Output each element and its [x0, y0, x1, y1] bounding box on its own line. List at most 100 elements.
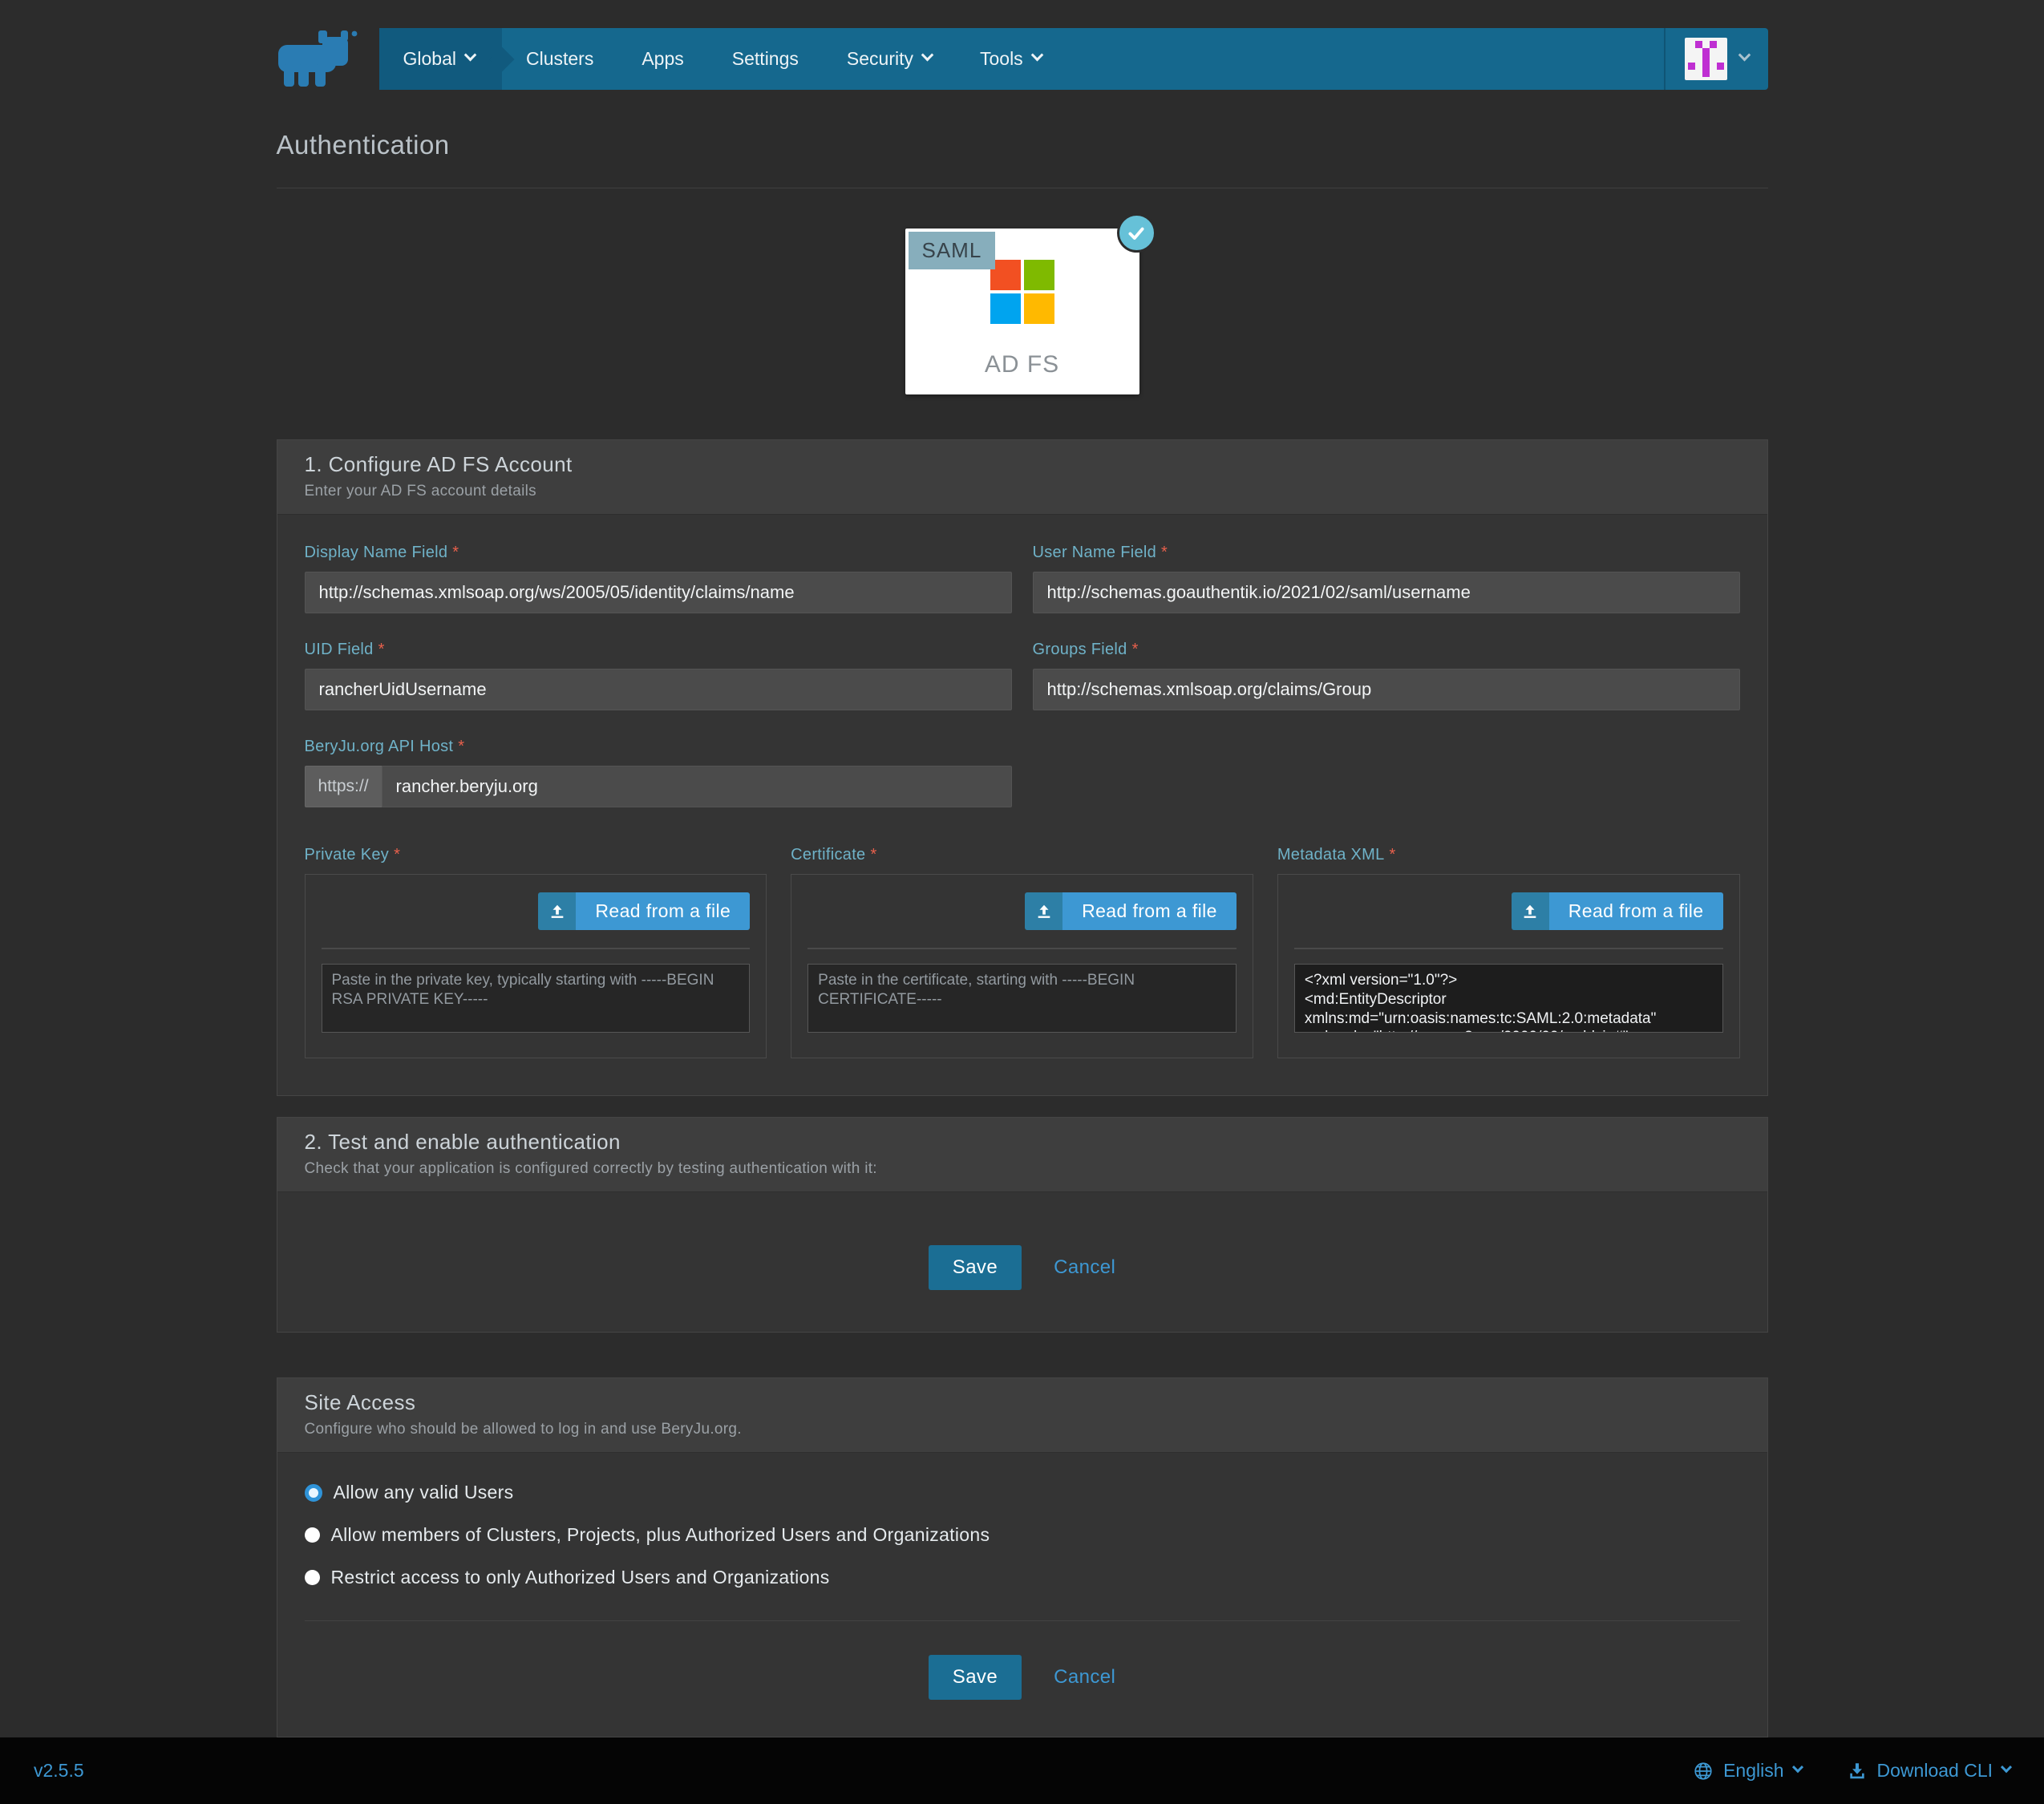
nav-item-clusters[interactable]: Clusters — [502, 28, 617, 90]
nav-item-label: Settings — [732, 48, 799, 70]
nav-item-apps[interactable]: Apps — [617, 28, 707, 90]
section-title: Site Access — [305, 1390, 1740, 1415]
required-asterisk: * — [1390, 846, 1396, 864]
avatar — [1685, 38, 1727, 80]
section-header: Site Access Configure who should be allo… — [277, 1378, 1767, 1453]
nav-item-tools[interactable]: Tools — [956, 28, 1066, 90]
saml-badge: SAML — [909, 232, 996, 269]
radio-restrict-authorized-only[interactable]: Restrict access to only Authorized Users… — [305, 1567, 1740, 1588]
required-asterisk: * — [1161, 544, 1168, 561]
download-cli-menu[interactable]: Download CLI — [1847, 1760, 2010, 1782]
display-name-field-group: Display Name Field* — [305, 544, 1012, 613]
metadata-xml-panel: Read from a file <?xml version="1.0"?> <… — [1277, 874, 1740, 1058]
required-asterisk: * — [871, 846, 877, 864]
site-access-section: Site Access Configure who should be allo… — [277, 1377, 1768, 1737]
microsoft-logo-icon — [990, 260, 1054, 324]
metadata-read-file-button[interactable]: Read from a file — [1512, 892, 1723, 930]
nav-item-label: Security — [847, 48, 913, 70]
required-asterisk: * — [452, 544, 459, 561]
uid-input[interactable] — [305, 669, 1012, 710]
user-name-field-group: User Name Field* — [1033, 544, 1740, 613]
auth-provider-card-adfs[interactable]: SAML AD FS — [905, 229, 1139, 394]
top-header: Global Clusters Apps Settings Security — [277, 27, 1768, 90]
globe-icon — [1693, 1761, 1714, 1782]
api-host-field-group: BeryJu.org API Host* https:// — [305, 738, 1012, 807]
radio-unselected-icon — [305, 1527, 320, 1543]
nav-item-settings[interactable]: Settings — [708, 28, 823, 90]
certificate-label: Certificate — [791, 846, 865, 864]
section-subtitle: Check that your application is configure… — [305, 1160, 1740, 1178]
radio-allow-members-clusters-projects[interactable]: Allow members of Clusters, Projects, plu… — [305, 1524, 1740, 1546]
nav-item-label: Global — [403, 48, 456, 70]
chevron-down-icon — [464, 49, 477, 62]
api-host-input[interactable] — [382, 766, 1012, 807]
private-key-group: Private Key* Read from a file — [305, 846, 767, 1058]
page-title: Authentication — [277, 130, 1768, 160]
section-header: 2. Test and enable authentication Check … — [277, 1118, 1767, 1192]
certificate-read-file-button[interactable]: Read from a file — [1025, 892, 1237, 930]
metadata-xml-group: Metadata XML* Read from a file — [1277, 846, 1740, 1058]
groups-field-group: Groups Field * — [1033, 641, 1740, 710]
radio-allow-any-valid-users[interactable]: Allow any valid Users — [305, 1482, 1740, 1503]
section-title: 1. Configure AD FS Account — [305, 452, 1740, 477]
nav-item-security[interactable]: Security — [823, 28, 956, 90]
nav-item-label: Clusters — [526, 48, 593, 70]
nav-item-global[interactable]: Global — [379, 28, 502, 90]
groups-input[interactable] — [1033, 669, 1740, 710]
save-button[interactable]: Save — [929, 1245, 1022, 1290]
certificate-group: Certificate * Read from a file — [791, 846, 1253, 1058]
nav-item-label: Tools — [980, 48, 1023, 70]
read-file-label: Read from a file — [1549, 892, 1723, 930]
user-menu[interactable] — [1664, 28, 1768, 90]
provider-name: AD FS — [985, 351, 1059, 378]
radio-label: Allow any valid Users — [334, 1482, 514, 1503]
private-key-label: Private Key — [305, 846, 390, 864]
configure-account-section: 1. Configure AD FS Account Enter your AD… — [277, 439, 1768, 1096]
version-label: v2.5.5 — [34, 1760, 84, 1782]
section-header: 1. Configure AD FS Account Enter your AD… — [277, 440, 1767, 515]
language-selector[interactable]: English — [1693, 1760, 1801, 1782]
required-asterisk: * — [458, 738, 464, 755]
read-file-label: Read from a file — [576, 892, 750, 930]
private-key-panel: Read from a file — [305, 874, 767, 1058]
divider — [322, 948, 751, 949]
divider — [305, 1620, 1740, 1621]
user-name-input[interactable] — [1033, 572, 1740, 613]
app-footer: v2.5.5 English Download CLI — [0, 1737, 2044, 1804]
certificate-textarea[interactable] — [807, 964, 1237, 1033]
metadata-xml-textarea[interactable]: <?xml version="1.0"?> <md:EntityDescript… — [1294, 964, 1723, 1033]
nav-item-label: Apps — [642, 48, 683, 70]
upload-icon — [1512, 892, 1549, 930]
language-label: English — [1723, 1760, 1783, 1782]
download-cli-label: Download CLI — [1877, 1760, 1993, 1782]
upload-icon — [1025, 892, 1062, 930]
chevron-down-icon — [921, 49, 934, 62]
user-name-label: User Name Field — [1033, 544, 1157, 561]
chevron-down-icon — [1738, 49, 1751, 62]
main-navbar: Global Clusters Apps Settings Security — [379, 28, 1768, 90]
test-enable-section: 2. Test and enable authentication Check … — [277, 1117, 1768, 1333]
section-subtitle: Enter your AD FS account details — [305, 483, 1740, 500]
radio-label: Allow members of Clusters, Projects, plu… — [331, 1524, 990, 1546]
selected-check-icon — [1117, 213, 1156, 253]
display-name-input[interactable] — [305, 572, 1012, 613]
required-asterisk: * — [378, 641, 385, 658]
section-subtitle: Configure who should be allowed to log i… — [305, 1421, 1740, 1438]
cancel-link[interactable]: Cancel — [1054, 1256, 1115, 1279]
private-key-textarea[interactable] — [322, 964, 751, 1033]
radio-label: Restrict access to only Authorized Users… — [331, 1567, 830, 1588]
upload-icon — [538, 892, 576, 930]
site-access-save-button[interactable]: Save — [929, 1655, 1022, 1700]
uid-label: UID Field — [305, 641, 374, 658]
private-key-read-file-button[interactable]: Read from a file — [538, 892, 750, 930]
api-host-label: BeryJu.org API Host — [305, 738, 454, 755]
uid-field-group: UID Field* — [305, 641, 1012, 710]
groups-label: Groups Field — [1033, 641, 1127, 658]
required-asterisk: * — [1132, 641, 1139, 658]
certificate-panel: Read from a file — [791, 874, 1253, 1058]
https-prefix-addon: https:// — [305, 766, 382, 807]
download-icon — [1847, 1761, 1868, 1782]
radio-unselected-icon — [305, 1570, 320, 1585]
site-access-cancel-link[interactable]: Cancel — [1054, 1666, 1115, 1689]
chevron-down-icon — [1030, 49, 1043, 62]
